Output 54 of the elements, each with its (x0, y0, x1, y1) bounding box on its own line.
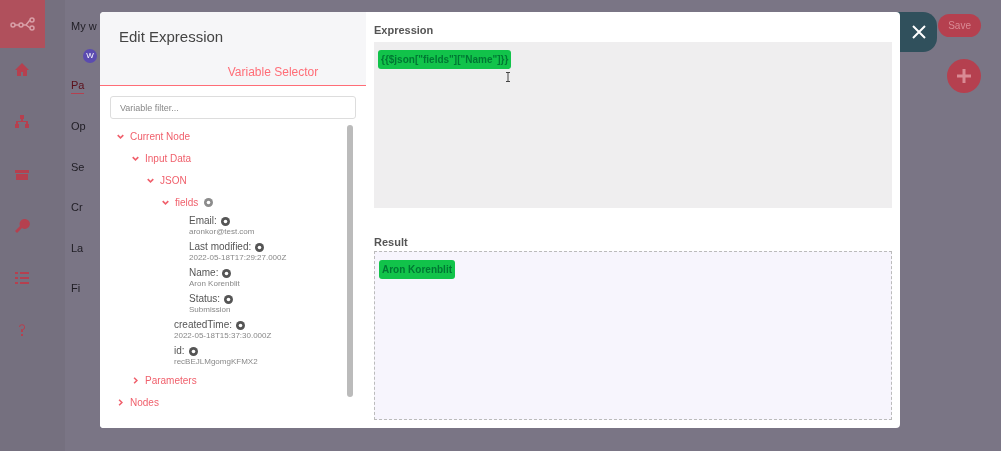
field-key[interactable]: Name: (189, 267, 219, 279)
plus-icon (956, 68, 972, 84)
field-key[interactable]: createdTime: (174, 319, 232, 331)
tree-node[interactable]: fields (175, 194, 199, 210)
tree-node[interactable]: JSON (160, 172, 187, 188)
expression-editor[interactable]: {{$json["fields"]["Name"]}} (374, 42, 892, 208)
info-icon[interactable] (220, 216, 230, 226)
close-icon (911, 25, 926, 39)
field-value: recBEJLMgomgKFMX2 (174, 357, 259, 367)
tree-node[interactable]: Nodes (130, 394, 159, 410)
field-value: 2022-05-18T15:37:30.000Z (174, 331, 273, 341)
info-icon[interactable] (236, 320, 245, 330)
caret-icon[interactable] (147, 176, 154, 184)
panel-label: Fi (71, 281, 82, 296)
tab[interactable]: Pa (71, 76, 85, 94)
panel-label: Op (71, 119, 87, 134)
section-label: Expression (374, 23, 435, 38)
field-key[interactable]: id: (174, 345, 185, 357)
save-button[interactable]: Save (938, 14, 981, 37)
tree-node[interactable]: Current Node (130, 128, 191, 144)
field-key[interactable]: Last modified: (189, 241, 252, 253)
tree-node[interactable]: Parameters (145, 372, 197, 388)
field-value: 2022-05-18T17:29:27.000Z (189, 253, 288, 263)
caret-icon[interactable] (132, 376, 139, 384)
info-icon[interactable] (188, 346, 198, 356)
expression-token: {{$json["fields"]["Name"]}} (378, 50, 512, 69)
info-icon[interactable] (222, 268, 232, 278)
panel-label: La (71, 240, 85, 256)
caret-icon[interactable] (132, 154, 139, 162)
avatar: W (83, 48, 97, 63)
modal-title: Edit Expression (118, 27, 225, 47)
tree-node[interactable]: Input Data (145, 150, 192, 166)
info-icon[interactable] (255, 242, 265, 252)
logo[interactable] (0, 0, 45, 48)
field-value: aronkor@test.com (189, 227, 256, 237)
field-key[interactable]: Email: (189, 215, 217, 227)
scrollbar[interactable] (347, 125, 353, 397)
caret-icon[interactable] (117, 132, 124, 140)
section-label: Result (374, 235, 409, 250)
field-value: Aron Korenblit (189, 279, 241, 289)
info-icon[interactable] (224, 294, 234, 304)
workflow-title: My w (71, 19, 98, 34)
panel-label: Cr (71, 200, 84, 215)
caret-icon[interactable] (162, 198, 169, 206)
panel-label: Se (71, 159, 86, 175)
nodes-icon (9, 17, 36, 31)
result-value: Aron Korenblit (379, 260, 455, 279)
field-key[interactable]: Status: (189, 293, 221, 305)
add-button[interactable] (947, 59, 981, 93)
text-cursor-icon (505, 72, 511, 82)
caret-icon[interactable] (117, 398, 124, 406)
filter-field[interactable]: Variable filter... (110, 96, 356, 119)
info-icon[interactable] (204, 197, 214, 207)
field-value: Submission (189, 305, 232, 315)
